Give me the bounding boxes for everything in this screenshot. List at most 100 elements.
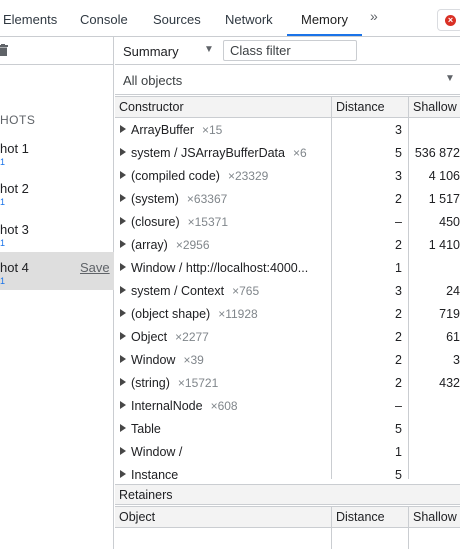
profile-snapshot-1[interactable]: hot 1 1	[0, 133, 114, 171]
shallow-size-cell: 1 410	[428, 238, 460, 252]
profile-name: hot 4	[0, 260, 29, 275]
table-row[interactable]: InternalNode ×608 –	[115, 395, 460, 418]
tab-network[interactable]: Network	[225, 0, 273, 37]
distance-cell: 1	[395, 445, 402, 459]
distance-cell: 2	[395, 330, 402, 344]
expand-triangle-icon[interactable]	[120, 309, 126, 317]
table-row[interactable]: (array) ×2956 2 1 410	[115, 234, 460, 257]
profile-name: hot 3	[0, 222, 29, 237]
perspective-select[interactable]: Summary	[123, 44, 179, 59]
expand-triangle-icon[interactable]	[120, 125, 126, 133]
distance-cell: –	[395, 215, 402, 229]
table-row[interactable]: Table 5	[115, 418, 460, 441]
table-row[interactable]: (string) ×15721 2 432	[115, 372, 460, 395]
profiles-sidebar: HOTS hot 1 1 hot 2 1 hot 3 1 hot 4 1 Sav…	[0, 37, 114, 549]
expand-triangle-icon[interactable]	[120, 332, 126, 340]
expand-triangle-icon[interactable]	[120, 401, 126, 409]
distance-cell: 3	[395, 123, 402, 137]
constructor-name: InternalNode ×608	[131, 399, 238, 413]
profile-snapshot-4[interactable]: hot 4 1 Save	[0, 252, 114, 290]
constructor-name: Window / http://localhost:4000...	[131, 261, 309, 275]
retainers-panel-header[interactable]: Retainers	[115, 484, 460, 505]
chevron-down-icon[interactable]: ▼	[204, 44, 214, 55]
shallow-size-cell: 3	[453, 353, 460, 367]
class-filter-input[interactable]	[223, 40, 357, 61]
shallow-size-cell: 4 106	[428, 169, 460, 183]
object-scope-select[interactable]: All objects	[123, 73, 182, 88]
expand-triangle-icon[interactable]	[120, 194, 126, 202]
instance-count: ×23329	[227, 169, 269, 183]
instance-count: ×2277	[175, 330, 209, 344]
table-row[interactable]: (closure) ×15371 – 450	[115, 211, 460, 234]
table-row[interactable]: Instance 5	[115, 464, 460, 479]
constructor-name: ArrayBuffer ×15	[131, 123, 223, 137]
save-snapshot-link[interactable]: Save	[80, 260, 110, 275]
column-shallow-size[interactable]: Shallow	[413, 510, 457, 524]
more-tabs-icon[interactable]: »	[370, 8, 378, 24]
profile-snapshot-3[interactable]: hot 3 1	[0, 214, 114, 252]
expand-triangle-icon[interactable]	[120, 355, 126, 363]
snapshot-toolbar: Summary ▼	[115, 37, 460, 65]
profile-size: 1	[0, 276, 6, 286]
table-row[interactable]: (object shape) ×11928 2 719	[115, 303, 460, 326]
distance-cell: 5	[395, 146, 402, 160]
expand-triangle-icon[interactable]	[120, 378, 126, 386]
table-row[interactable]: Window / http://localhost:4000... 1	[115, 257, 460, 280]
trash-icon[interactable]	[0, 44, 8, 56]
constructor-name: Instance	[131, 468, 179, 479]
distance-cell: 2	[395, 307, 402, 321]
tab-elements[interactable]: Elements	[3, 0, 57, 37]
table-row[interactable]: Window ×39 2 3	[115, 349, 460, 372]
constructor-name: Table	[131, 422, 161, 436]
table-row[interactable]: Window / 1	[115, 441, 460, 464]
chevron-down-icon[interactable]: ▼	[445, 73, 455, 84]
column-shallow-size[interactable]: Shallow	[413, 100, 457, 114]
table-row[interactable]: (system) ×63367 2 1 517	[115, 188, 460, 211]
instance-count: ×63367	[186, 192, 228, 206]
expand-triangle-icon[interactable]	[120, 424, 126, 432]
table-row[interactable]: ArrayBuffer ×15 3	[115, 119, 460, 142]
table-row[interactable]: system / JSArrayBufferData ×6 5 536 872	[115, 142, 460, 165]
table-row[interactable]: system / Context ×765 3 24	[115, 280, 460, 303]
tab-memory[interactable]: Memory	[301, 0, 348, 37]
heap-snapshot-view: Summary ▼ All objects ▼ Constructor Dist…	[115, 37, 460, 549]
instance-count: ×15721	[177, 376, 219, 390]
distance-cell: –	[395, 399, 402, 413]
constructor-name: (string) ×15721	[131, 376, 219, 390]
profile-snapshot-2[interactable]: hot 2 1	[0, 173, 114, 211]
devtools-tab-bar: Elements Console Sources Network Memory …	[0, 0, 460, 37]
distance-cell: 5	[395, 422, 402, 436]
shallow-size-cell: 61	[446, 330, 460, 344]
table-row[interactable]: (compiled code) ×23329 3 4 106	[115, 165, 460, 188]
constructor-name: system / Context ×765	[131, 284, 260, 298]
expand-triangle-icon[interactable]	[120, 286, 126, 294]
instance-count: ×39	[183, 353, 204, 367]
column-divider	[331, 506, 332, 549]
constructor-name: (object shape) ×11928	[131, 307, 258, 321]
sidebar-toolbar	[0, 37, 114, 65]
column-object[interactable]: Object	[119, 510, 155, 524]
distance-cell: 3	[395, 284, 402, 298]
expand-triangle-icon[interactable]	[120, 470, 126, 478]
constructor-name: (closure) ×15371	[131, 215, 229, 229]
column-distance[interactable]: Distance	[336, 100, 385, 114]
active-tab-indicator	[287, 34, 362, 36]
tab-console[interactable]: Console	[80, 0, 128, 37]
table-row[interactable]: Object ×2277 2 61	[115, 326, 460, 349]
column-constructor[interactable]: Constructor	[119, 100, 184, 114]
expand-triangle-icon[interactable]	[120, 447, 126, 455]
instance-count: ×15	[202, 123, 223, 137]
instance-count: ×765	[232, 284, 260, 298]
expand-triangle-icon[interactable]	[120, 217, 126, 225]
expand-triangle-icon[interactable]	[120, 240, 126, 248]
column-distance[interactable]: Distance	[336, 510, 385, 524]
expand-triangle-icon[interactable]	[120, 171, 126, 179]
constructor-name: Window /	[131, 445, 183, 459]
instance-count: ×608	[210, 399, 238, 413]
expand-triangle-icon[interactable]	[120, 148, 126, 156]
error-count-badge[interactable]: ×	[437, 9, 460, 31]
expand-triangle-icon[interactable]	[120, 263, 126, 271]
instance-count: ×2956	[175, 238, 210, 252]
tab-sources[interactable]: Sources	[153, 0, 201, 37]
instance-count: ×11928	[218, 307, 258, 321]
